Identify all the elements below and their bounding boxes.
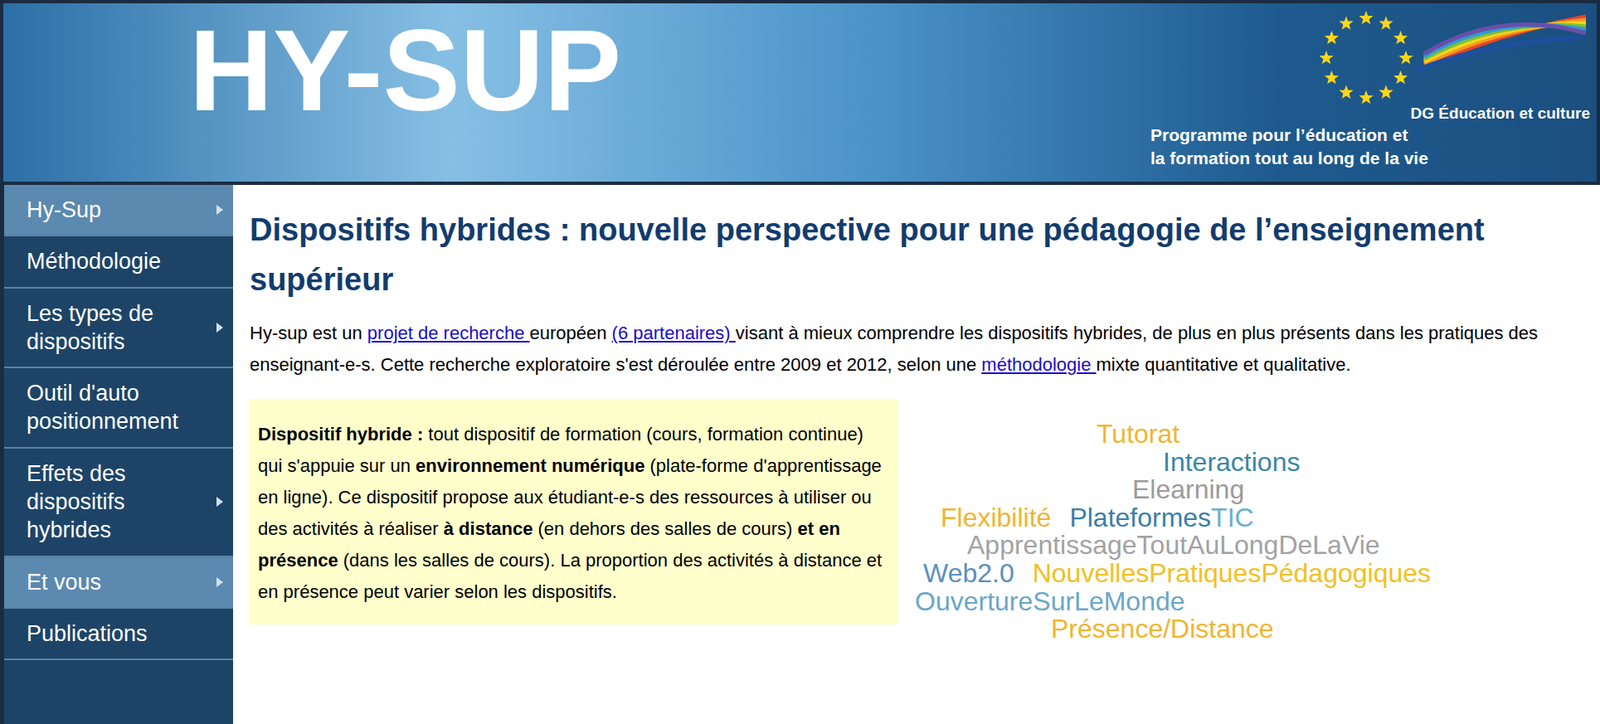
word-cloud-word: Web2.0 (923, 559, 1015, 589)
sidebar-item[interactable]: Publications (4, 608, 234, 661)
programme-line: Programme pour l’éducation et (1150, 123, 1408, 147)
intro-link[interactable]: méthodologie (981, 354, 1096, 375)
sidebar-item[interactable]: Effets des dispositifs hybrides (4, 448, 234, 558)
programme-logo-icon (1415, 8, 1591, 75)
word-cloud-word: Flexibilité (940, 504, 1051, 533)
intro-link[interactable]: (6 partenaires) (612, 322, 736, 344)
submenu-arrow-icon (216, 577, 224, 588)
programme-block: DG Éducation et cultureProgramme pour l’… (1316, 3, 1597, 171)
intro-paragraph: Hy-sup est un projet de recherche europé… (249, 317, 1586, 381)
word-cloud-row: Interactions (1162, 448, 1431, 477)
word-cloud-word: Tutorat (1096, 420, 1180, 449)
definition-box: Dispositif hybride : tout dispositif de … (249, 398, 899, 625)
word-cloud-word: NouvellesPratiquesPédagogiques (1032, 559, 1431, 589)
content: Dispositifs hybrides : nouvelle perspect… (233, 184, 1600, 724)
page: HY-SUP DG Éducation et cultureProgramme p… (0, 0, 1600, 724)
word-cloud-row: Web2.0 NouvellesPratiquesPédagogiques (923, 559, 1431, 589)
word-cloud-row: Présence/Distance (1050, 615, 1431, 644)
submenu-arrow-icon (216, 496, 224, 507)
word-cloud-word: PlateformesTIC (1069, 504, 1254, 533)
sidebar-item[interactable]: Méthodologie (4, 236, 234, 288)
word-cloud-word: ApprentissageToutAuLongDeLaVie (967, 531, 1381, 560)
logo[interactable]: HY-SUP (189, 6, 622, 135)
body: Hy-SupMéthodologieLes types de dispositi… (0, 184, 1600, 724)
submenu-arrow-icon (216, 322, 224, 333)
word-cloud-row: Flexibilité PlateformesTIC (940, 504, 1431, 533)
word-cloud-word: Présence/Distance (1050, 615, 1275, 644)
intro-link[interactable]: projet de recherche (367, 322, 531, 344)
word-cloud-word: OuvertureSurLeMonde (914, 588, 1186, 617)
word-cloud-word: Interactions (1162, 448, 1300, 477)
submenu-arrow-icon (216, 204, 224, 215)
sidebar: Hy-SupMéthodologieLes types de dispositi… (0, 184, 234, 724)
eu-stars-icon (1316, 8, 1416, 108)
programme-line: la formation tout au long de la vie (1150, 146, 1429, 171)
word-cloud-word: Elearning (1132, 476, 1245, 505)
word-cloud-row: OuvertureSurLeMonde (914, 588, 1431, 617)
word-cloud-row: Tutorat (1096, 420, 1431, 449)
sidebar-item[interactable]: Les types de dispositifs (4, 288, 234, 370)
sidebar-item[interactable]: Hy-Sup (4, 184, 234, 237)
banner: HY-SUP DG Éducation et cultureProgramme p… (0, 0, 1600, 185)
page-title: Dispositifs hybrides : nouvelle perspect… (249, 204, 1586, 305)
sidebar-item[interactable]: Et vous (4, 557, 234, 609)
word-cloud-row: Elearning (1132, 476, 1431, 505)
sidebar-item[interactable]: Outil d'auto positionnement (4, 368, 234, 449)
dg-label: DG Éducation et culture (1410, 104, 1591, 124)
word-cloud-row: ApprentissageToutAuLongDeLaVie (967, 531, 1431, 560)
word-cloud: TutoratInteractionsElearning Flexibilité P… (914, 398, 1431, 644)
